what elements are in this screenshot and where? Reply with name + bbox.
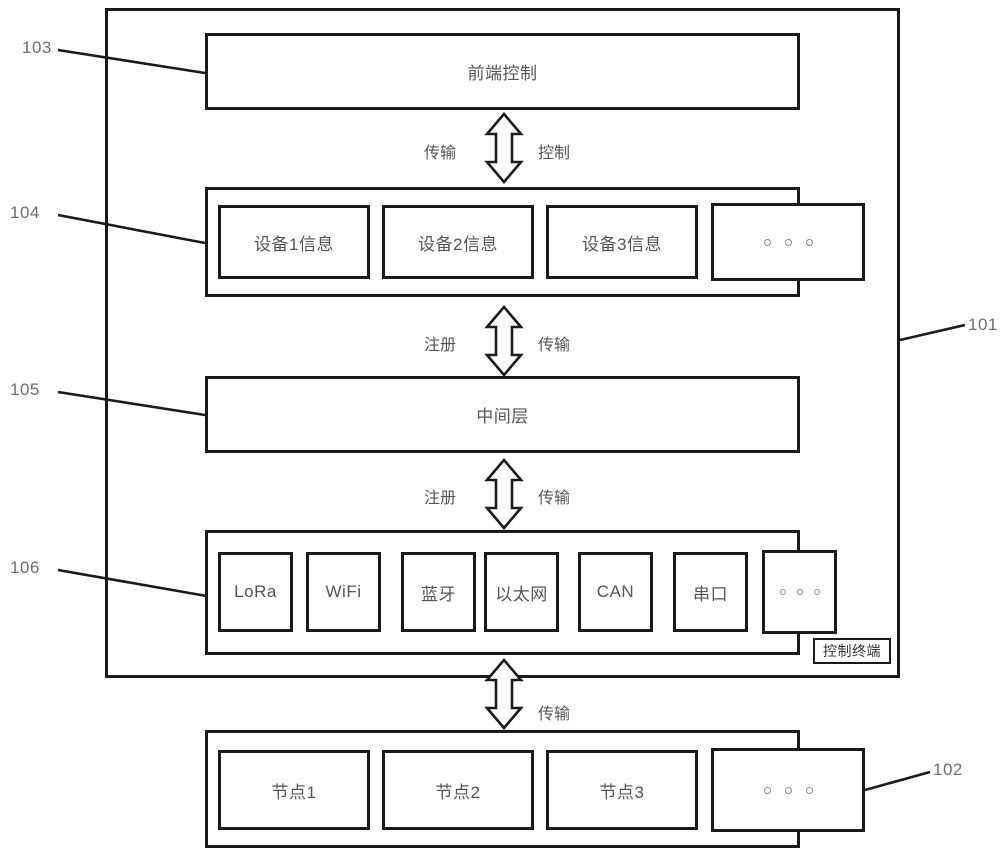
diagram-canvas: 103 104 105 106 101 102 前端控制 传输 控制 设备1信息… — [0, 0, 1000, 854]
protocol-item-ethernet[interactable]: 以太网 — [484, 552, 559, 632]
ellipsis-dot-icon — [779, 589, 786, 595]
protocol-item-bluetooth[interactable]: 蓝牙 — [401, 552, 476, 632]
ref-label-101: 101 — [968, 315, 998, 334]
connector-2-left-label: 注册 — [424, 337, 457, 354]
ref-label-103: 103 — [22, 38, 52, 57]
protocol-item-more[interactable] — [762, 550, 837, 634]
ellipsis-dot-icon — [796, 589, 803, 595]
ellipsis-dot-icon — [813, 589, 820, 595]
control-terminal-tag: 控制终端 — [813, 638, 891, 664]
protocol-item-wifi[interactable]: WiFi — [306, 552, 381, 632]
front-end-control-block[interactable]: 前端控制 — [205, 33, 800, 110]
device-info-item-3[interactable]: 设备3信息 — [546, 205, 698, 279]
node-item-1[interactable]: 节点1 — [218, 750, 370, 830]
ellipsis-dot-icon — [805, 786, 813, 794]
device-info-item-more[interactable] — [711, 203, 865, 281]
connector-3-left-label: 注册 — [424, 490, 457, 507]
connector-3-right-label: 传输 — [538, 490, 571, 507]
connector-4-right-label: 传输 — [538, 706, 571, 723]
node-item-more[interactable] — [711, 748, 865, 832]
protocol-item-can[interactable]: CAN — [578, 552, 653, 632]
ref-label-106: 106 — [10, 558, 40, 577]
ellipsis-dot-icon — [763, 238, 771, 246]
ellipsis-dot-icon — [805, 238, 813, 246]
protocol-item-lora[interactable]: LoRa — [218, 552, 293, 632]
ellipsis-dot-icon — [763, 786, 771, 794]
protocol-item-serial[interactable]: 串口 — [673, 552, 748, 632]
ellipsis-dot-icon — [784, 786, 792, 794]
middle-layer-block[interactable]: 中间层 — [205, 376, 800, 453]
connector-2-right-label: 传输 — [538, 337, 571, 354]
device-info-item-2[interactable]: 设备2信息 — [382, 205, 534, 279]
node-item-2[interactable]: 节点2 — [382, 750, 534, 830]
node-item-3[interactable]: 节点3 — [546, 750, 698, 830]
connector-1-right-label: 控制 — [538, 145, 571, 162]
connector-1-left-label: 传输 — [424, 145, 457, 162]
ellipsis-dot-icon — [784, 238, 792, 246]
device-info-item-1[interactable]: 设备1信息 — [218, 205, 370, 279]
ref-label-102: 102 — [933, 760, 963, 779]
ref-label-104: 104 — [10, 203, 40, 222]
ref-label-105: 105 — [10, 380, 40, 399]
